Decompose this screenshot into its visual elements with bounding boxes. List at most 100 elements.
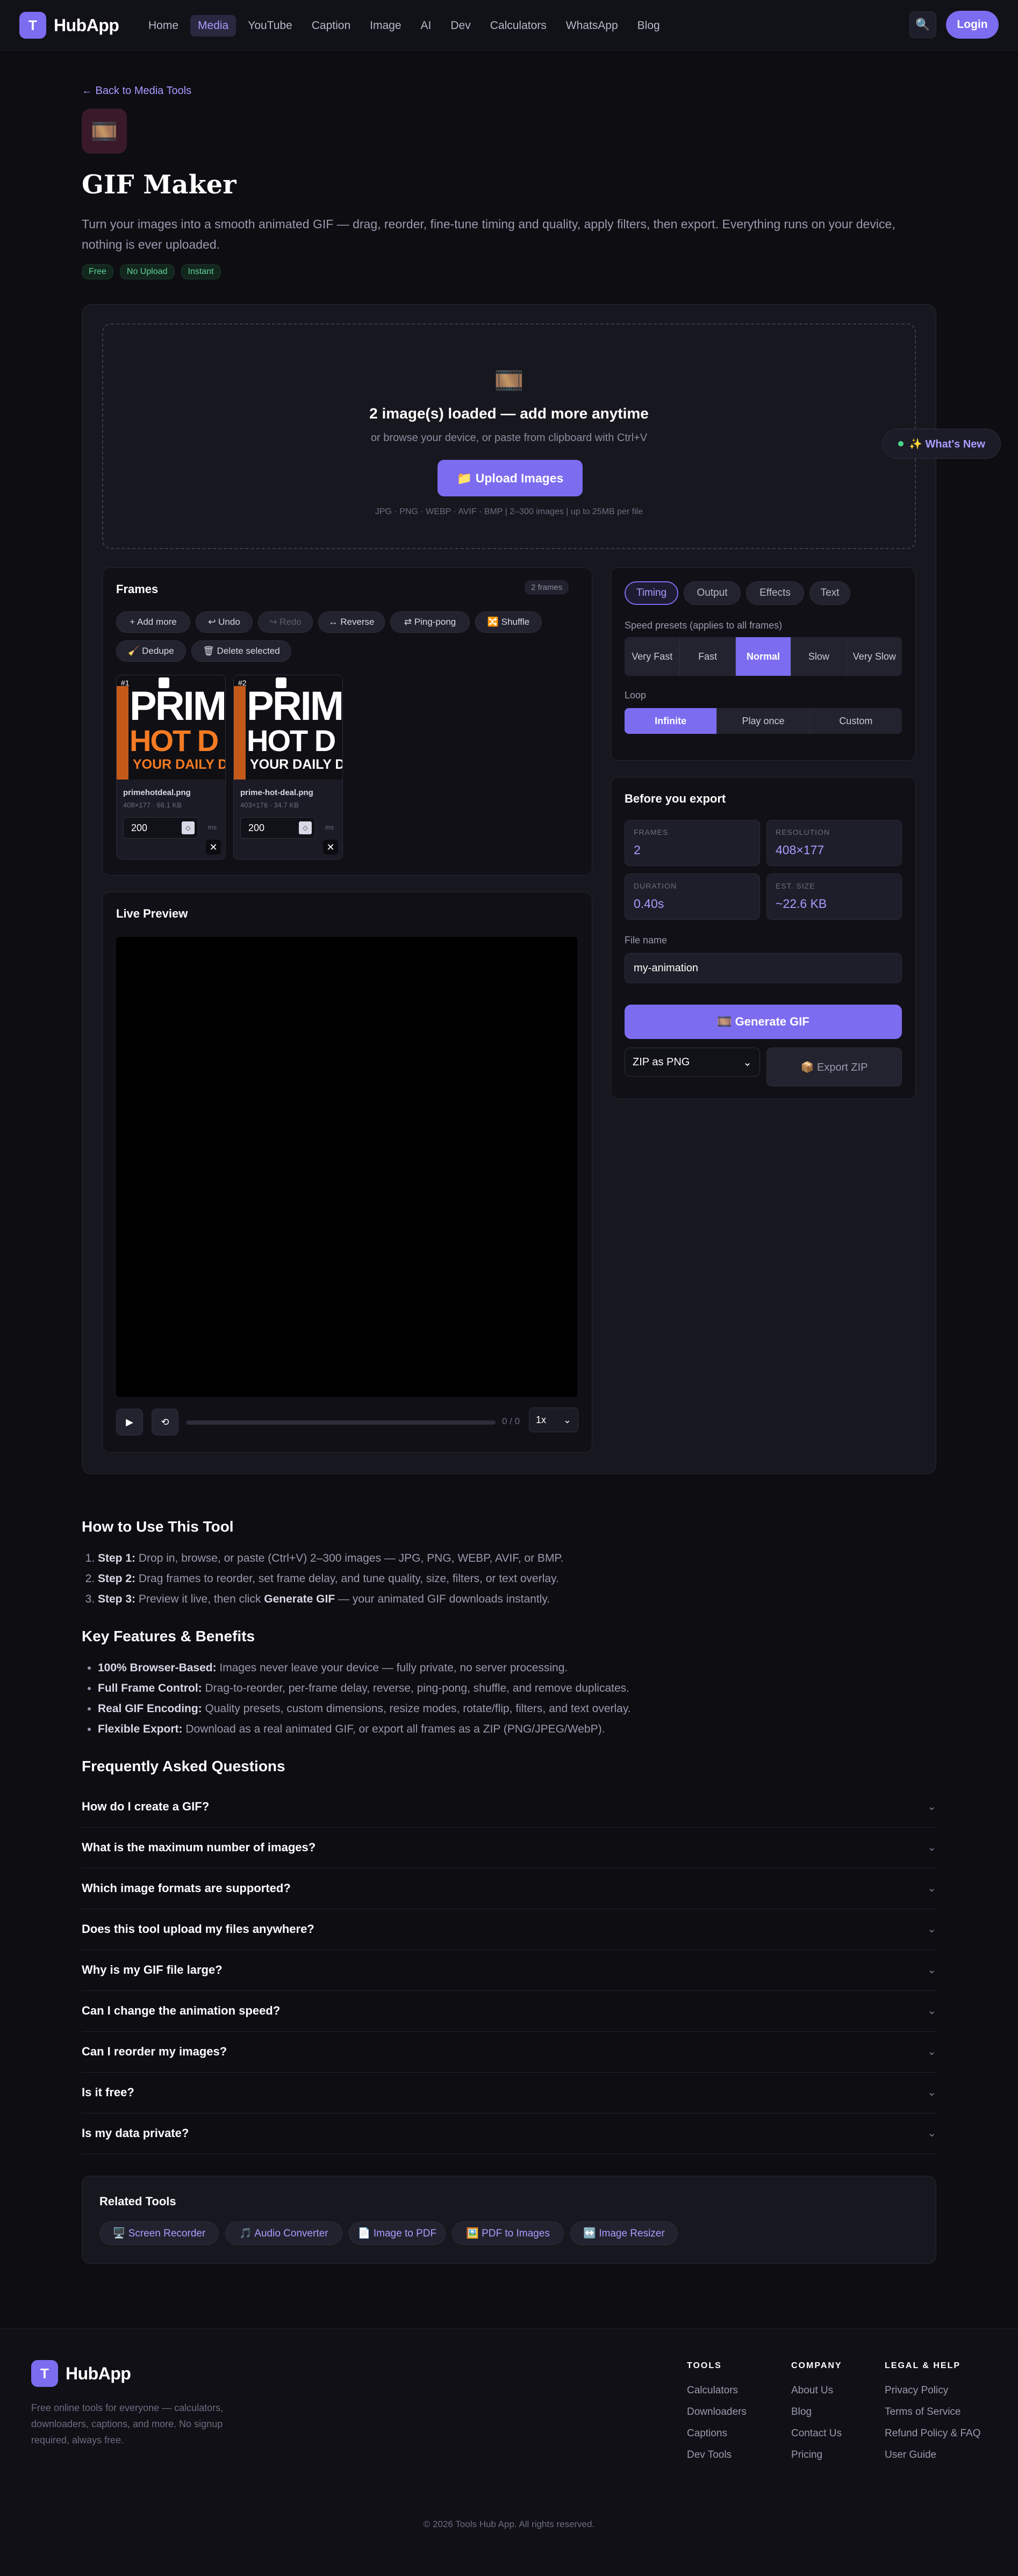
remove-frame-button[interactable]: ✕ xyxy=(206,840,221,855)
footer-link[interactable]: Terms of Service xyxy=(885,2406,980,2418)
faq-question: How do I create a GIF? xyxy=(82,1800,210,1813)
login-button[interactable]: Login xyxy=(946,11,999,39)
whats-new-button[interactable]: ✨ What's New xyxy=(883,429,1001,459)
status-dot-icon xyxy=(898,441,904,446)
frame-card[interactable]: PRIM HOT D YOUR DAILY D #2 prime-hot-dea… xyxy=(233,675,343,860)
upload-dropzone[interactable]: 🎞️ 2 image(s) loaded — add more anytime … xyxy=(102,323,916,549)
back-link[interactable]: ← Back to Media Tools xyxy=(82,85,191,97)
related-screen-recorder[interactable]: 🖥️ Screen Recorder xyxy=(99,2221,219,2245)
footer-link[interactable]: Contact Us xyxy=(791,2428,842,2440)
brand-logo[interactable]: T HubApp xyxy=(19,12,119,39)
footer-link[interactable]: Downloaders xyxy=(687,2406,747,2418)
nav-link-whatsapp[interactable]: WhatsApp xyxy=(558,15,626,37)
stepper-icon[interactable]: ◇ xyxy=(299,821,312,834)
stat-duration: DURATION 0.40s xyxy=(625,874,760,920)
tab-output[interactable]: Output xyxy=(684,581,741,605)
list-item: Step 2: Drag frames to reorder, set fram… xyxy=(98,1569,936,1589)
stat-key: FRAMES xyxy=(634,828,669,836)
ping-pong-button[interactable]: ⇄ Ping-pong xyxy=(390,611,470,633)
footer-link[interactable]: Dev Tools xyxy=(687,2449,747,2461)
footer-link[interactable]: User Guide xyxy=(885,2449,980,2461)
nav-link-caption[interactable]: Caption xyxy=(304,15,358,37)
feature-text: Drag-to-reorder, per-frame delay, revers… xyxy=(202,1682,629,1694)
preview-scrubber[interactable] xyxy=(186,1420,496,1425)
footer-link[interactable]: Refund Policy & FAQ xyxy=(885,2428,980,2440)
thumbnail-text: PRIM xyxy=(130,683,225,729)
related-audio-converter[interactable]: 🎵 Audio Converter xyxy=(225,2221,342,2245)
dedupe-button[interactable]: 🧹 Dedupe xyxy=(116,640,186,662)
nav-link-blog[interactable]: Blog xyxy=(630,15,668,37)
remove-frame-button[interactable]: ✕ xyxy=(323,840,338,855)
frame-select-checkbox[interactable] xyxy=(276,677,286,688)
speed-fast[interactable]: Fast xyxy=(680,637,736,676)
loop-toggle-button[interactable]: ⟲ xyxy=(152,1409,178,1435)
list-item: Step 1: Drop in, browse, or paste (Ctrl+… xyxy=(98,1548,936,1569)
loop-custom[interactable]: Custom xyxy=(810,708,902,734)
faq-item[interactable]: What is the maximum number of images? ⌄ xyxy=(82,1828,936,1868)
frame-delay-input[interactable]: 200 ◇ xyxy=(123,817,198,839)
stepper-icon[interactable]: ◇ xyxy=(182,821,195,834)
related-image-resizer[interactable]: ↔️ Image Resizer xyxy=(570,2221,678,2245)
footer-logo[interactable]: T HubApp xyxy=(31,2360,131,2387)
footer-link[interactable]: Blog xyxy=(791,2406,842,2418)
tab-text[interactable]: Text xyxy=(809,581,850,605)
loop-play-once[interactable]: Play once xyxy=(717,708,810,734)
faq-item[interactable]: How do I create a GIF? ⌄ xyxy=(82,1787,936,1828)
stat-frames: FRAMES 2 xyxy=(625,820,760,866)
nav-link-youtube[interactable]: YouTube xyxy=(240,15,300,37)
nav-link-calculators[interactable]: Calculators xyxy=(483,15,554,37)
nav-link-image[interactable]: Image xyxy=(362,15,408,37)
related-pdf-to-images[interactable]: 🖼️ PDF to Images xyxy=(452,2221,564,2245)
undo-button[interactable]: ↩ Undo xyxy=(196,611,253,633)
speed-presets: Very Fast Fast Normal Slow Very Slow xyxy=(625,637,902,676)
add-more-button[interactable]: + Add more xyxy=(116,611,190,633)
speed-slow[interactable]: Slow xyxy=(791,637,847,676)
footer-link[interactable]: Pricing xyxy=(791,2449,842,2461)
faq-item[interactable]: Can I reorder my images? ⌄ xyxy=(82,2032,936,2073)
footer-link[interactable]: Privacy Policy xyxy=(885,2385,980,2397)
play-button[interactable]: ▶ xyxy=(116,1409,143,1435)
frame-card[interactable]: PRIM HOT D YOUR DAILY D #1 primehotdeal.… xyxy=(116,675,226,860)
speed-normal[interactable]: Normal xyxy=(735,637,792,676)
nav-link-dev[interactable]: Dev xyxy=(443,15,478,37)
faq-item[interactable]: Can I change the animation speed? ⌄ xyxy=(82,1991,936,2032)
step-highlight: Generate GIF xyxy=(264,1593,335,1605)
filename-input[interactable]: my-animation xyxy=(625,953,902,983)
step-text: Drag frames to reorder, set frame delay,… xyxy=(135,1572,559,1585)
shuffle-button[interactable]: 🔀 Shuffle xyxy=(475,611,542,633)
zip-format-select[interactable]: ZIP as PNG ⌄ xyxy=(625,1048,760,1077)
speed-very-fast[interactable]: Very Fast xyxy=(625,637,680,676)
footer-link[interactable]: Captions xyxy=(687,2428,747,2440)
footer-link[interactable]: Calculators xyxy=(687,2385,747,2397)
faq-item[interactable]: Why is my GIF file large? ⌄ xyxy=(82,1950,936,1991)
chevron-down-icon: ⌄ xyxy=(927,1923,936,1935)
footer-col-tools: TOOLS Calculators Downloaders Captions D… xyxy=(687,2361,747,2471)
redo-button[interactable]: ↪ Redo xyxy=(258,611,313,633)
upload-images-button[interactable]: 📁 Upload Images xyxy=(438,460,583,496)
nav-link-media[interactable]: Media xyxy=(190,15,236,37)
tab-effects[interactable]: Effects xyxy=(746,581,804,605)
footer-link[interactable]: About Us xyxy=(791,2385,842,2397)
frame-delay-value: 200 xyxy=(248,822,265,833)
faq-item[interactable]: Is my data private? ⌄ xyxy=(82,2113,936,2154)
reverse-button[interactable]: ↔ Reverse xyxy=(318,611,385,633)
preview-speed-select[interactable]: 1x ⌄ xyxy=(529,1408,578,1432)
related-image-to-pdf[interactable]: 📄 Image to PDF xyxy=(349,2221,446,2245)
film-icon: 🎞️ xyxy=(82,109,127,154)
loop-infinite[interactable]: Infinite xyxy=(625,708,718,734)
nav-link-ai[interactable]: AI xyxy=(413,15,439,37)
delete-selected-button[interactable]: 🗑 Delete selected xyxy=(191,640,291,662)
frame-filename: prime-hot-deal.png xyxy=(240,788,313,797)
speed-very-slow[interactable]: Very Slow xyxy=(847,637,902,676)
generate-gif-button[interactable]: 🎞️ Generate GIF xyxy=(625,1005,902,1039)
nav-link-home[interactable]: Home xyxy=(141,15,186,37)
faq-item[interactable]: Is it free? ⌄ xyxy=(82,2073,936,2113)
faq-item[interactable]: Which image formats are supported? ⌄ xyxy=(82,1868,936,1909)
search-button[interactable]: 🔍 xyxy=(909,11,936,38)
live-preview-title: Live Preview xyxy=(116,907,188,920)
frame-delay-input[interactable]: 200 ◇ xyxy=(240,817,316,839)
frame-select-checkbox[interactable] xyxy=(159,677,169,688)
tab-timing[interactable]: Timing xyxy=(625,581,678,605)
export-zip-button[interactable]: 📦 Export ZIP xyxy=(766,1048,902,1086)
faq-item[interactable]: Does this tool upload my files anywhere?… xyxy=(82,1909,936,1950)
